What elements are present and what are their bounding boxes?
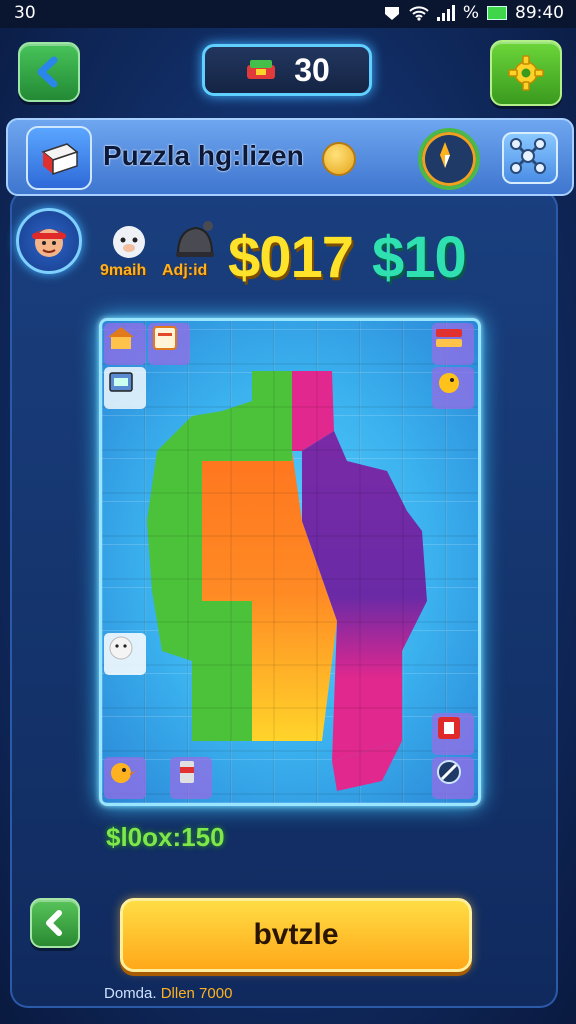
coin-icon xyxy=(322,142,356,176)
bonus-score: $10 xyxy=(372,225,467,290)
puzzle-title: Puzzla hg:lizen xyxy=(103,140,304,171)
compass-icon xyxy=(437,760,461,784)
slot-tag[interactable] xyxy=(432,713,474,755)
signal-icon xyxy=(436,5,455,21)
play-button[interactable]: bvtzle xyxy=(120,898,472,972)
slot-cabinet[interactable] xyxy=(104,367,146,409)
slot-can[interactable] xyxy=(170,757,212,799)
footer-text: Domda. Dllen 7000 xyxy=(104,985,232,1002)
chip-1[interactable]: 9maih xyxy=(100,222,160,284)
puzzle-board[interactable] xyxy=(99,318,481,806)
book-icon xyxy=(436,329,462,347)
hut-icon xyxy=(108,327,134,349)
player-avatar[interactable] xyxy=(16,208,82,274)
slot-hut[interactable] xyxy=(104,323,146,365)
settings-button[interactable] xyxy=(490,40,562,106)
gear-icon xyxy=(508,55,544,91)
footer-value: Dllen 7000 xyxy=(160,985,233,1002)
play-button-label: bvtzle xyxy=(253,918,339,951)
status-time: 89:40 xyxy=(515,3,564,23)
compass-icon xyxy=(440,142,450,168)
slot-compass[interactable] xyxy=(432,757,474,799)
slot-duck[interactable] xyxy=(432,367,474,409)
player-face-icon xyxy=(32,229,66,257)
can-icon xyxy=(180,761,194,783)
title-bar: Puzzla hg:lizen xyxy=(6,118,574,196)
slot-bird[interactable] xyxy=(104,757,146,799)
status-left-text: 30 xyxy=(14,3,36,23)
score-display: 30 xyxy=(202,44,372,96)
sheep-icon xyxy=(113,226,145,258)
sheep-icon xyxy=(109,636,133,660)
slot-book[interactable] xyxy=(432,323,474,365)
bell-icon xyxy=(176,221,214,257)
network-icon xyxy=(510,138,546,174)
chevron-left-icon xyxy=(46,910,62,936)
score-value: 30 xyxy=(294,51,330,88)
tag-icon xyxy=(438,717,460,739)
chip-2-label: Adj:id xyxy=(162,262,208,279)
note-icon xyxy=(153,326,177,350)
puzzle-box-icon xyxy=(247,60,276,79)
back-button[interactable] xyxy=(18,42,80,102)
chip-2[interactable]: Adj:id xyxy=(162,218,224,284)
share-button[interactable] xyxy=(502,132,558,184)
footer-prefix: Domda. xyxy=(104,985,157,1002)
bonus-label: $l0ox:150 xyxy=(106,822,225,852)
wifi-icon xyxy=(409,6,429,21)
chevron-left-icon xyxy=(37,56,58,88)
slot-note[interactable] xyxy=(148,323,190,365)
bird-icon xyxy=(111,763,136,783)
compass-button[interactable] xyxy=(418,128,480,190)
shield-icon xyxy=(384,7,399,20)
status-right: % 89:40 xyxy=(383,3,564,23)
status-bar: 30 % 89:40 xyxy=(0,0,576,28)
bottom-back-button[interactable] xyxy=(30,898,80,948)
duck-icon xyxy=(439,373,459,393)
status-percent: % xyxy=(462,3,479,23)
cabinet-icon xyxy=(109,372,133,392)
chip-1-label: 9maih xyxy=(100,262,147,279)
main-score: $017 xyxy=(228,225,354,290)
card-icon xyxy=(41,143,79,176)
card-button[interactable] xyxy=(26,126,92,190)
battery-icon xyxy=(487,6,507,20)
puzzle-image xyxy=(102,321,478,803)
slot-sheep[interactable] xyxy=(104,633,146,675)
